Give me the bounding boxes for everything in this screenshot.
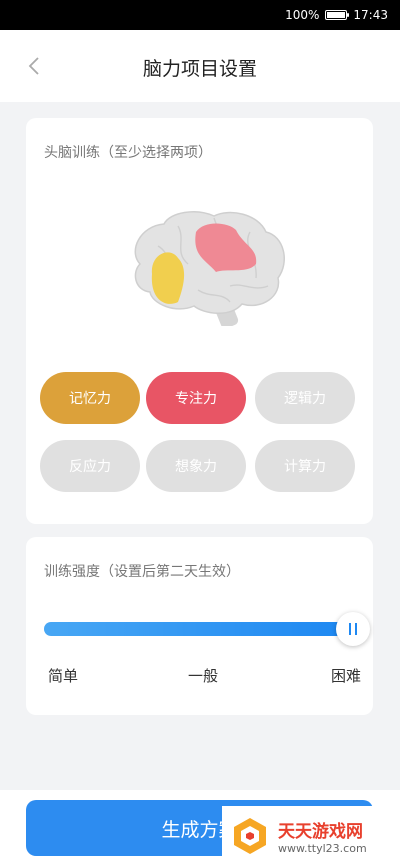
option-calculation[interactable]: 计算力 bbox=[255, 440, 355, 492]
watermark-logo-icon bbox=[234, 818, 266, 854]
watermark-url: www.ttyl23.com bbox=[278, 842, 367, 855]
battery-icon bbox=[325, 10, 350, 20]
option-imagination[interactable]: 想象力 bbox=[146, 440, 246, 492]
option-memory[interactable]: 记忆力 bbox=[40, 372, 140, 424]
battery-percent: 100% bbox=[285, 8, 320, 22]
brain-training-title: 头脑训练（至少选择两项） bbox=[44, 145, 212, 161]
option-logic[interactable]: 逻辑力 bbox=[255, 372, 355, 424]
intensity-card: 训练强度（设置后第二天生效） 简单 一般 困难 bbox=[26, 537, 373, 715]
intensity-slider-handle[interactable] bbox=[336, 612, 370, 646]
watermark: 天天游戏网 www.ttyl23.com bbox=[222, 806, 400, 866]
level-hard: 困难 bbox=[331, 667, 362, 685]
nav-bar: 脑力项目设置 bbox=[0, 30, 400, 102]
page-title: 脑力项目设置 bbox=[142, 58, 257, 80]
watermark-text: 天天游戏网 bbox=[278, 822, 363, 842]
level-normal: 一般 bbox=[188, 667, 219, 685]
option-reaction[interactable]: 反应力 bbox=[40, 440, 140, 492]
intensity-title: 训练强度（设置后第二天生效） bbox=[44, 564, 240, 580]
option-focus[interactable]: 专注力 bbox=[146, 372, 246, 424]
intensity-slider-track[interactable] bbox=[44, 622, 344, 636]
brain-training-card: 头脑训练（至少选择两项） 记忆力 专注力 逻辑力 反应力 想象力 计算力 bbox=[26, 118, 373, 524]
level-easy: 简单 bbox=[48, 667, 79, 685]
clock: 17:43 bbox=[353, 8, 388, 22]
brain-illustration bbox=[134, 211, 285, 326]
status-bar: 100% 17:43 bbox=[0, 0, 400, 30]
